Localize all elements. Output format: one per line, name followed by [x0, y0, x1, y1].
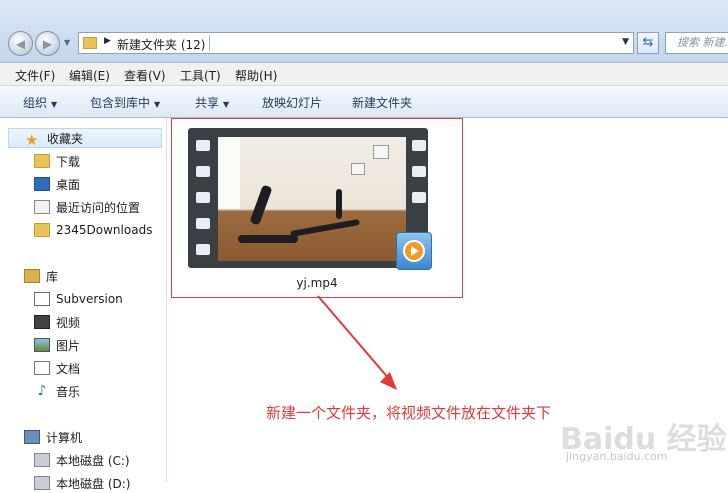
document-library-icon: [34, 361, 50, 375]
navigation-pane: ★ 收藏夹 下载 桌面 最近访问的位置 2345Downloads 库 Subv…: [0, 118, 167, 491]
subversion-icon: [34, 292, 50, 306]
folder-icon: [34, 154, 50, 168]
address-path[interactable]: 新建文件夹 (12): [117, 36, 205, 53]
drive-icon: [34, 453, 50, 467]
sidebar-item-favorites[interactable]: ★ 收藏夹: [8, 128, 162, 149]
include-in-library-label: 包含到库中: [90, 96, 151, 110]
drive-icon: [34, 476, 50, 490]
play-triangle-icon: [411, 246, 419, 256]
menu-file[interactable]: 文件(F): [15, 67, 55, 84]
sidebar-item-pictures[interactable]: 图片: [34, 335, 80, 355]
watermark-url: jingyan.baidu.com: [566, 450, 668, 463]
breadcrumb-chevron-icon[interactable]: ▶: [104, 36, 111, 46]
sidebar-item-subversion[interactable]: Subversion: [34, 289, 123, 309]
sidebar-item-label: 下载: [56, 154, 81, 169]
person-figure: [249, 184, 273, 226]
caret-down-icon: ▼: [223, 100, 230, 109]
picture-library-icon: [34, 338, 50, 352]
sidebar-item-2345downloads[interactable]: 2345Downloads: [34, 220, 152, 240]
film-hole: [412, 192, 426, 203]
person-figure: [336, 189, 342, 219]
command-toolbar: 组织 ▼ 包含到库中 ▼ 共享 ▼ 放映幻灯片 新建文件夹: [0, 86, 728, 118]
menu-tools[interactable]: 工具(T): [180, 67, 221, 84]
sidebar-item-label: 音乐: [56, 384, 81, 399]
folder-icon: [34, 223, 50, 237]
include-in-library-button[interactable]: 包含到库中 ▼: [90, 94, 160, 111]
search-input[interactable]: 搜索 新建...: [665, 32, 728, 54]
film-hole: [196, 218, 210, 229]
back-button[interactable]: ◀: [8, 31, 33, 56]
caret-down-icon: ▼: [51, 100, 58, 109]
film-hole: [412, 140, 426, 151]
recent-places-icon: [34, 200, 50, 214]
computer-icon: [24, 430, 40, 444]
film-hole: [196, 166, 210, 177]
refresh-icon: ⇆: [642, 35, 654, 50]
sidebar-item-label: Subversion: [56, 292, 123, 306]
address-dropdown-icon[interactable]: ▼: [622, 37, 629, 47]
video-library-icon: [34, 315, 50, 329]
media-player-badge: [396, 232, 432, 270]
sidebar-item-label: 桌面: [56, 177, 81, 192]
sidebar-item-drive-c[interactable]: 本地磁盘 (C:): [34, 450, 130, 470]
star-icon: ★: [25, 131, 39, 149]
music-note-icon: ♪: [37, 383, 47, 399]
filmstrip-frame: [188, 128, 428, 268]
address-bar[interactable]: ▶ 新建文件夹 (12) ▼: [78, 32, 634, 54]
sidebar-item-music[interactable]: ♪ 音乐: [34, 381, 80, 401]
sidebar-item-drive-d[interactable]: 本地磁盘 (D:): [34, 473, 130, 493]
forward-arrow-icon: ▶: [42, 36, 53, 51]
sidebar-item-label: 本地磁盘 (D:): [56, 476, 131, 491]
wall-frame: [351, 163, 365, 175]
person-figure: [238, 235, 298, 243]
organize-button[interactable]: 组织 ▼: [23, 94, 57, 111]
sidebar-item-label: 视频: [56, 315, 81, 330]
video-frame-image: [218, 137, 406, 261]
film-hole: [196, 192, 210, 203]
sidebar-item-label: 文档: [56, 361, 81, 376]
sidebar-item-label: 计算机: [46, 430, 83, 445]
sidebar-item-computer[interactable]: 计算机: [24, 427, 82, 447]
window-light: [218, 137, 240, 209]
sidebar-item-desktop[interactable]: 桌面: [34, 174, 80, 194]
menu-help[interactable]: 帮助(H): [235, 67, 277, 84]
sidebar-item-label: 本地磁盘 (C:): [56, 453, 130, 468]
desktop-icon: [34, 177, 50, 191]
title-bar: ◀ ▶ ▼ ▶ 新建文件夹 (12) ▼ ⇆ 搜索 新建...: [0, 0, 728, 63]
caret-down-icon: ▼: [154, 100, 161, 109]
menu-edit[interactable]: 编辑(E): [69, 67, 110, 84]
organize-label: 组织: [23, 96, 48, 110]
menu-bar: 文件(F) 编辑(E) 查看(V) 工具(T) 帮助(H): [0, 63, 728, 86]
share-label: 共享: [195, 96, 220, 110]
sidebar-item-label: 库: [46, 269, 59, 284]
sidebar-item-label: 收藏夹: [47, 131, 84, 146]
forward-button[interactable]: ▶: [35, 31, 60, 56]
sidebar-item-label: 2345Downloads: [56, 223, 153, 237]
refresh-button[interactable]: ⇆: [637, 32, 659, 54]
film-hole: [196, 140, 210, 151]
history-dropdown-icon[interactable]: ▼: [64, 38, 70, 47]
library-icon: [24, 269, 40, 283]
annotation-caption: 新建一个文件夹，将视频文件放在文件夹下: [266, 404, 552, 422]
back-arrow-icon: ◀: [15, 36, 26, 51]
share-button[interactable]: 共享 ▼: [195, 94, 229, 111]
film-hole: [412, 166, 426, 177]
sidebar-item-documents[interactable]: 文档: [34, 358, 80, 378]
folder-icon: [83, 37, 97, 49]
sidebar-item-videos[interactable]: 视频: [34, 312, 80, 332]
person-figure: [290, 218, 360, 238]
sidebar-item-label: 最近访问的位置: [56, 200, 141, 215]
sidebar-item-downloads[interactable]: 下载: [34, 151, 80, 171]
menu-view[interactable]: 查看(V): [124, 67, 166, 84]
sidebar-item-recent-places[interactable]: 最近访问的位置: [34, 197, 140, 217]
slideshow-button[interactable]: 放映幻灯片: [262, 94, 322, 111]
sidebar-item-label: 图片: [56, 338, 81, 353]
sidebar-item-libraries[interactable]: 库: [24, 266, 58, 286]
video-file-thumbnail[interactable]: [188, 128, 434, 270]
film-hole: [196, 244, 210, 255]
wall-frame: [373, 145, 389, 159]
address-divider: [209, 35, 210, 51]
new-folder-button[interactable]: 新建文件夹: [352, 94, 412, 111]
file-name-label[interactable]: yj.mp4: [172, 276, 462, 290]
